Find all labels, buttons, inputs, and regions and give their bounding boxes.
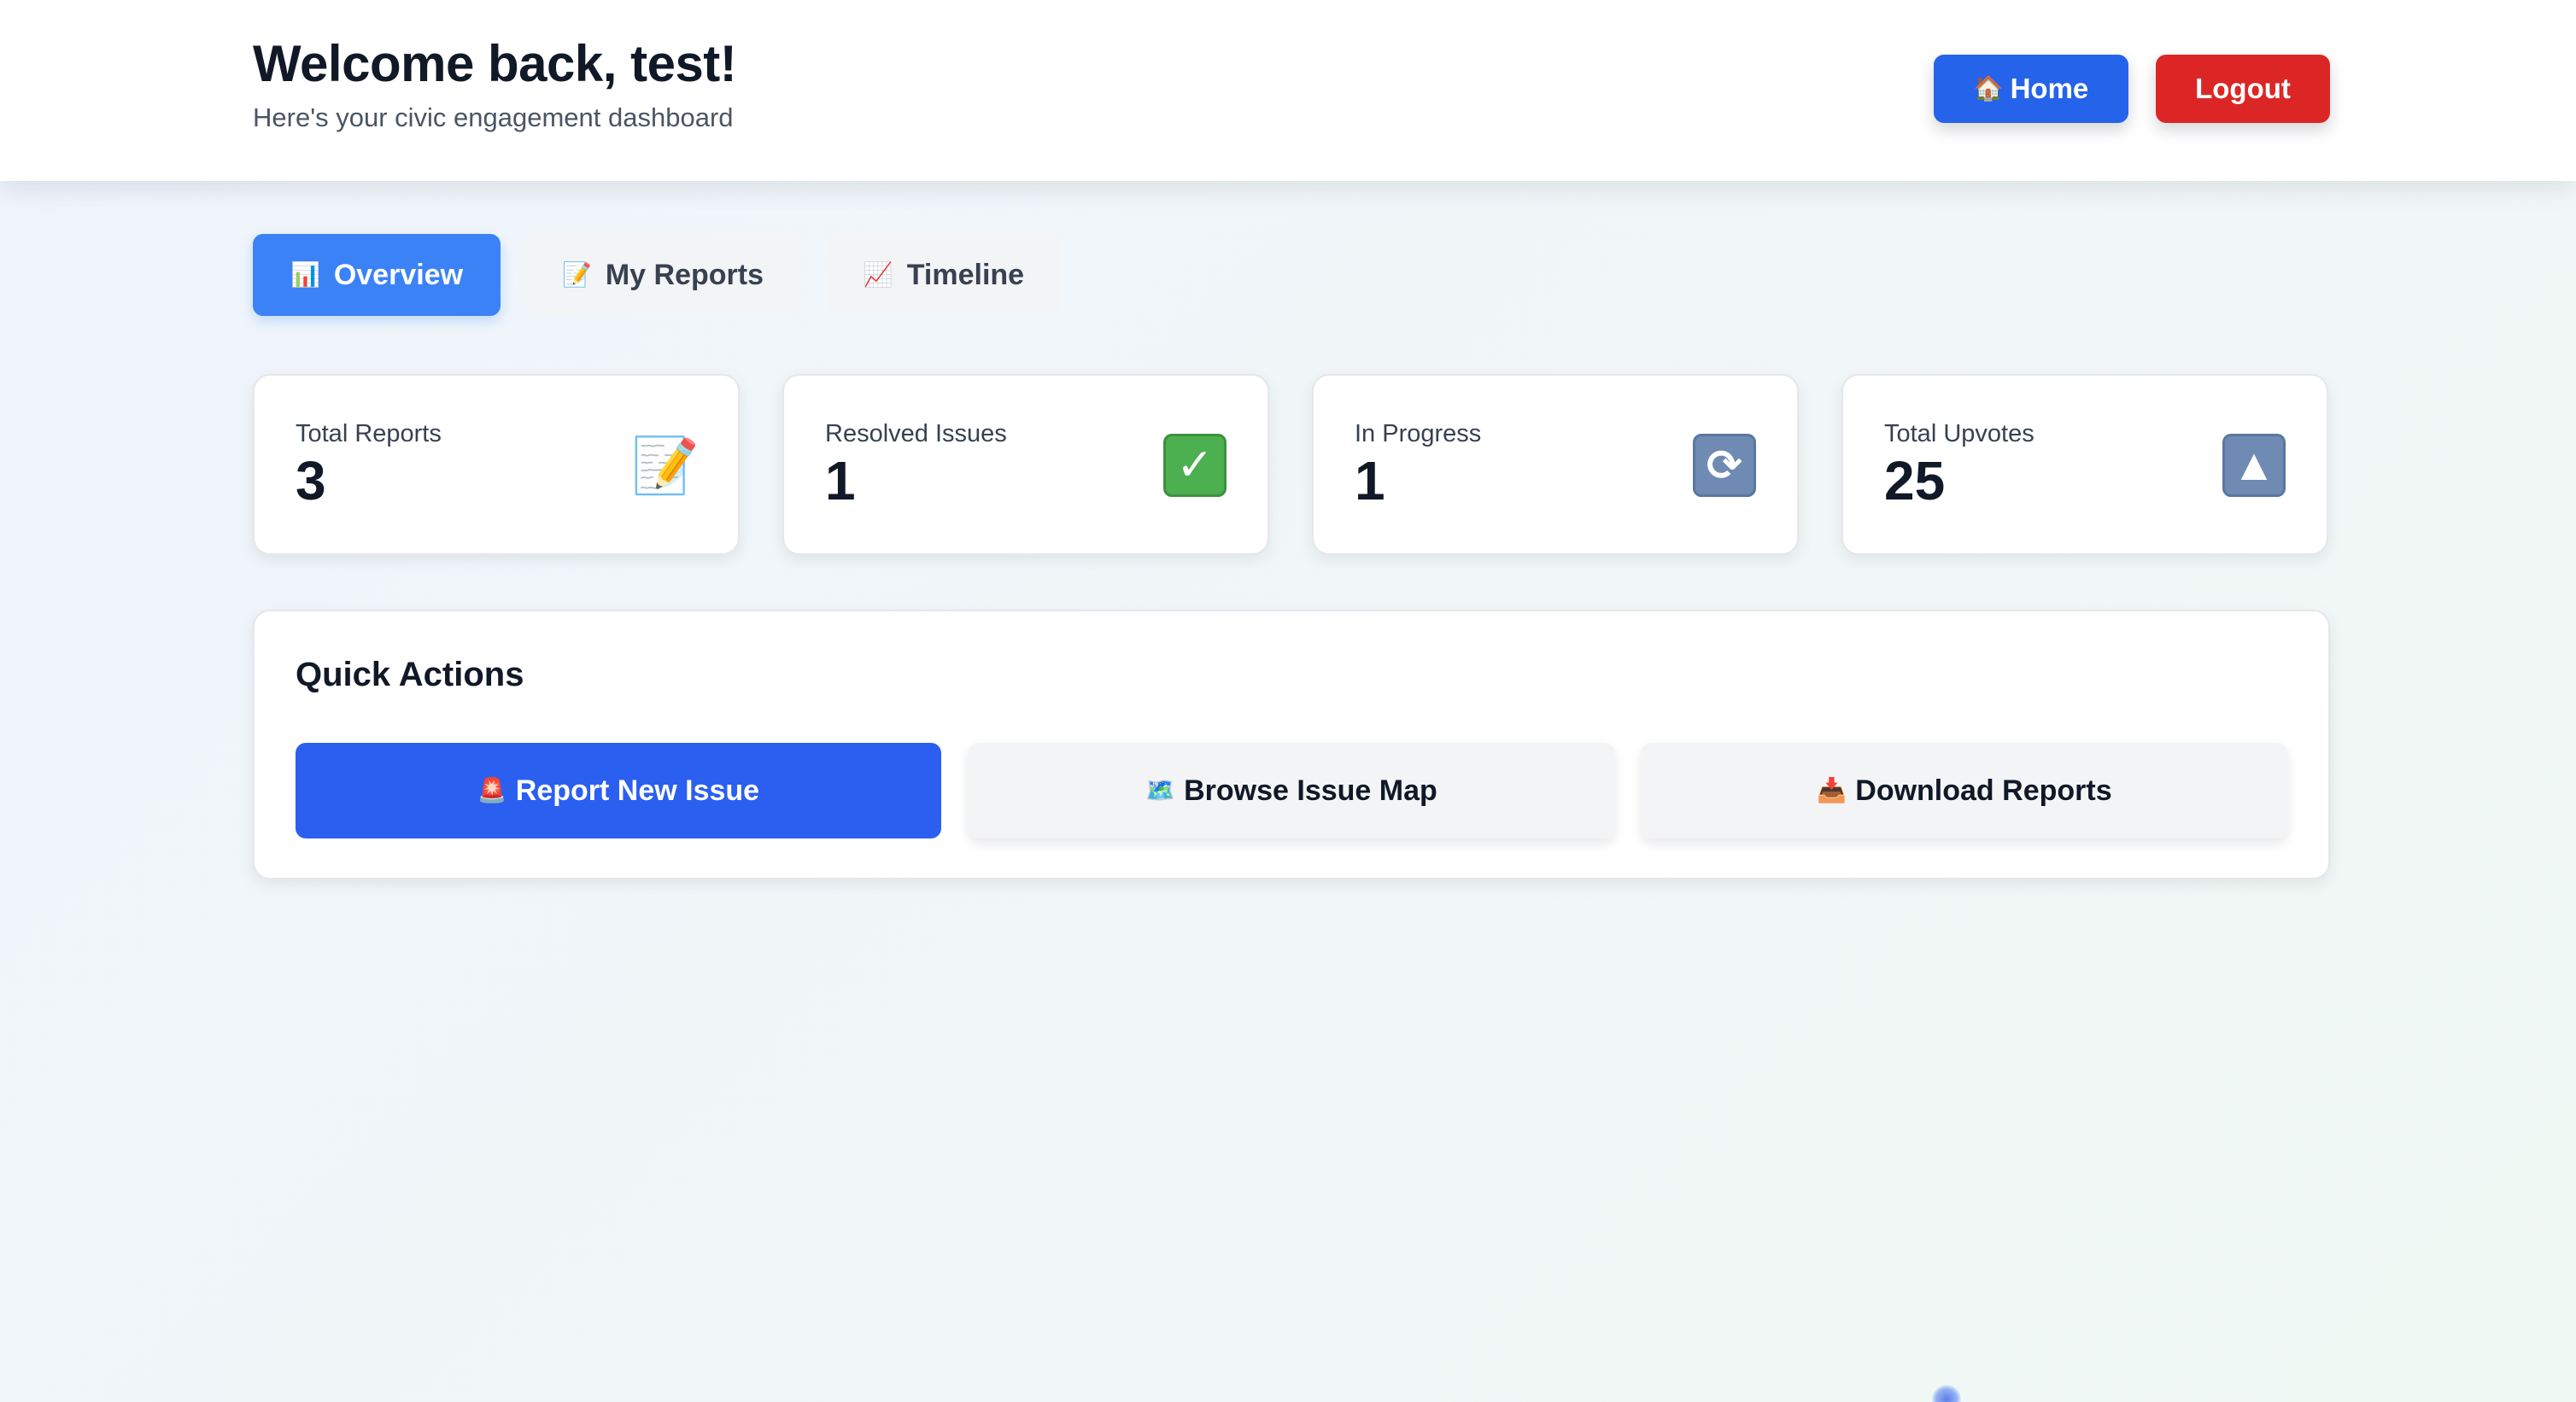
stat-card-total-upvotes: Total Upvotes 25 ▲ bbox=[1841, 374, 2328, 555]
memo-icon: 📝 bbox=[631, 434, 700, 496]
siren-icon: 🚨 bbox=[477, 777, 507, 803]
bar-chart-icon: 📊 bbox=[290, 261, 320, 288]
download-reports-label: Download Reports bbox=[1855, 774, 2112, 807]
report-new-issue-label: Report New Issue bbox=[515, 774, 760, 807]
stat-card-in-progress: In Progress 1 ⟳ bbox=[1312, 374, 1799, 555]
tab-my-reports[interactable]: 📝 My Reports bbox=[526, 234, 799, 316]
stat-value: 3 bbox=[296, 450, 326, 511]
trend-chart-icon: 📈 bbox=[863, 261, 893, 288]
stat-card-resolved-issues: Resolved Issues 1 ✓ bbox=[782, 374, 1269, 555]
tab-timeline[interactable]: 📈 Timeline bbox=[827, 234, 1061, 316]
logout-button-label: Logout bbox=[2195, 73, 2291, 104]
inbox-tray-icon: 📥 bbox=[1817, 777, 1847, 803]
stat-value: 1 bbox=[1355, 450, 1385, 511]
quick-actions-title: Quick Actions bbox=[296, 656, 524, 693]
refresh-icon: ⟳ bbox=[1693, 434, 1756, 497]
stat-label: Total Reports bbox=[296, 420, 442, 447]
tab-timeline-label: Timeline bbox=[906, 258, 1025, 291]
page-subtitle: Here's your civic engagement dashboard bbox=[253, 102, 734, 132]
stat-label: Resolved Issues bbox=[825, 420, 1007, 447]
check-icon: ✓ bbox=[1163, 434, 1227, 497]
map-icon: 🗺️ bbox=[1145, 777, 1176, 803]
report-new-issue-button[interactable]: 🚨 Report New Issue bbox=[296, 743, 941, 838]
upvote-icon: ▲ bbox=[2222, 434, 2286, 497]
browse-issue-map-button[interactable]: 🗺️ Browse Issue Map bbox=[969, 743, 1614, 838]
stat-value: 1 bbox=[825, 450, 856, 511]
stat-card-total-reports: Total Reports 3 📝 bbox=[253, 374, 740, 555]
logout-button[interactable]: Logout bbox=[2156, 55, 2330, 123]
download-reports-button[interactable]: 📥 Download Reports bbox=[1642, 743, 2287, 838]
browse-issue-map-label: Browse Issue Map bbox=[1184, 774, 1437, 807]
tab-my-reports-label: My Reports bbox=[605, 258, 764, 291]
page-title: Welcome back, test! bbox=[253, 35, 737, 92]
header-bar: Welcome back, test! Here's your civic en… bbox=[0, 0, 2576, 181]
home-button[interactable]: 🏠 Home bbox=[1934, 55, 2128, 123]
quick-actions-panel: Quick Actions 🚨 Report New Issue 🗺️ Brow… bbox=[253, 610, 2330, 879]
tab-overview[interactable]: 📊 Overview bbox=[253, 234, 501, 316]
memo-icon: 📝 bbox=[561, 261, 592, 288]
stat-label: Total Upvotes bbox=[1884, 420, 2034, 447]
stat-value: 25 bbox=[1884, 450, 1946, 511]
floating-indicator-dot bbox=[1932, 1385, 1961, 1402]
tab-overview-label: Overview bbox=[333, 258, 464, 291]
stat-label: In Progress bbox=[1355, 420, 1482, 447]
home-button-label: Home bbox=[2010, 73, 2089, 104]
home-icon: 🏠 bbox=[1973, 75, 2004, 102]
